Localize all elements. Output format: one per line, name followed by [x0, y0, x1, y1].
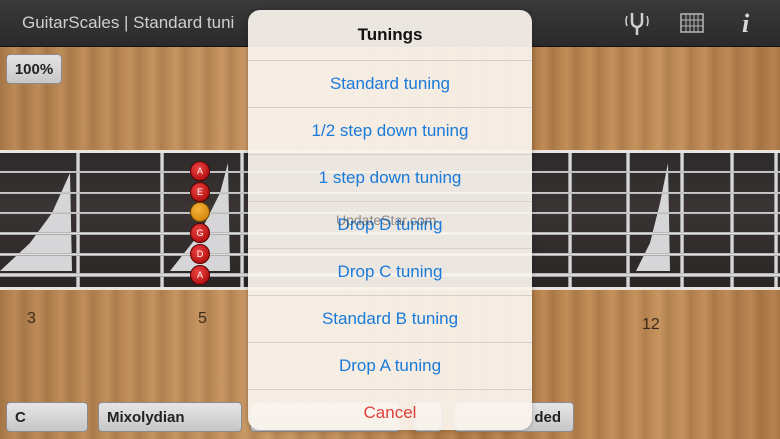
- tuning-fork-icon[interactable]: [624, 10, 650, 41]
- cancel-button[interactable]: Cancel: [248, 390, 532, 430]
- key-selector[interactable]: C: [6, 402, 88, 432]
- tuning-option-standard[interactable]: Standard tuning: [248, 61, 532, 108]
- watermark: UpdateStar.com: [336, 212, 437, 228]
- tuning-option-drop-a[interactable]: Drop A tuning: [248, 343, 532, 390]
- mode-selector[interactable]: Mixolydian: [98, 402, 242, 432]
- root-note[interactable]: [190, 202, 210, 222]
- tuning-option-standard-b[interactable]: Standard B tuning: [248, 296, 532, 343]
- fret-number: 5: [198, 310, 207, 327]
- fret-number: 12: [642, 316, 660, 333]
- svg-text:i: i: [742, 9, 750, 37]
- sheet-title: Tunings: [248, 10, 532, 61]
- scale-note[interactable]: G: [190, 223, 210, 243]
- scale-note[interactable]: A: [190, 265, 210, 285]
- zoom-button[interactable]: 100%: [6, 54, 62, 84]
- info-icon[interactable]: i: [740, 9, 754, 42]
- scale-note[interactable]: D: [190, 244, 210, 264]
- scale-note[interactable]: E: [190, 182, 210, 202]
- tuning-option-half-step-down[interactable]: 1/2 step down tuning: [248, 108, 532, 155]
- pattern-label: ded: [534, 408, 561, 426]
- tuning-option-drop-c[interactable]: Drop C tuning: [248, 249, 532, 296]
- tuning-option-one-step-down[interactable]: 1 step down tuning: [248, 155, 532, 202]
- scale-note[interactable]: A: [190, 161, 210, 181]
- fret-number: 3: [27, 310, 36, 327]
- app-title: GuitarScales | Standard tuni: [22, 13, 235, 32]
- chord-grid-icon[interactable]: [680, 13, 704, 38]
